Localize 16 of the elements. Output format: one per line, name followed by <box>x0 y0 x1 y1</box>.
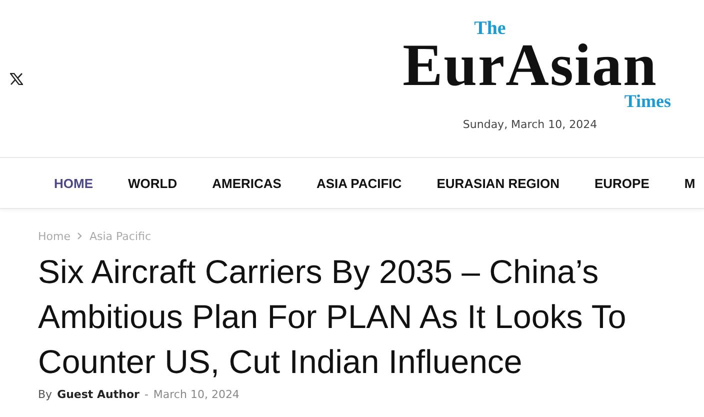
nav-link[interactable]: M <box>684 176 696 190</box>
byline-label: By <box>38 388 52 401</box>
site-logo[interactable]: The EurAsian Times <box>385 20 675 110</box>
nav-link[interactable]: AMERICAS <box>212 176 282 190</box>
chevron-icon <box>77 232 82 240</box>
publish-date: March 10, 2024 <box>153 388 240 401</box>
article-title: Six Aircraft Carriers By 2035 – China’s Ambitious Plan For PLAN As It Looks To Counter US, Cut Indian Influence <box>38 252 628 382</box>
nav-link[interactable]: HOME <box>54 176 93 190</box>
byline-separator: - <box>144 388 148 401</box>
header-date: Sunday, March 10, 2024 <box>462 118 598 131</box>
nav-link[interactable]: EUROPE <box>594 176 650 190</box>
nav-link[interactable]: EURASIAN REGION <box>436 176 560 190</box>
nav-link[interactable]: WORLD <box>128 176 178 190</box>
author-link[interactable]: Guest Author <box>57 388 140 401</box>
x-logo-icon[interactable] <box>10 72 23 84</box>
nav-link[interactable]: ASIA PACIFIC <box>316 176 402 190</box>
